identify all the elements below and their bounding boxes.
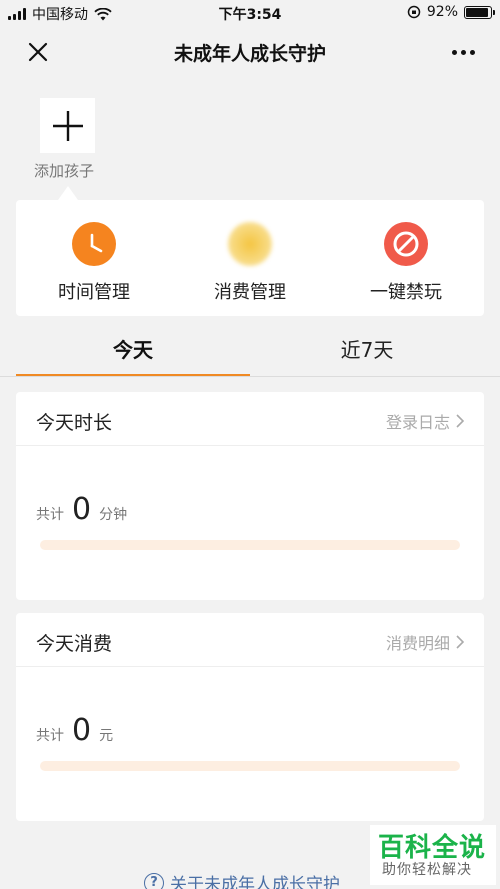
total-value: 0	[72, 713, 92, 748]
card-pointer	[58, 186, 78, 200]
total-row: 共计 0 元	[36, 713, 113, 748]
nav-bar: 未成年人成长守护	[0, 26, 500, 78]
time-management-button[interactable]: 时间管理	[16, 222, 172, 304]
forbidden-icon	[384, 222, 428, 266]
today-duration-card: 今天时长 登录日志 共计 0 分钟	[16, 392, 484, 600]
spend-detail-link[interactable]: 消费明细	[386, 630, 464, 654]
spend-detail-label: 消费明细	[385, 634, 450, 653]
total-label: 共计	[36, 507, 64, 523]
total-unit: 元	[99, 728, 114, 744]
coin-icon	[228, 222, 272, 266]
tab-bar: 今天 近7天	[16, 334, 484, 378]
total-row: 共计 0 分钟	[36, 492, 127, 527]
battery-icon	[464, 5, 495, 19]
add-child-button[interactable]	[40, 98, 95, 153]
battery-percent: 92%	[426, 4, 458, 20]
login-log-link[interactable]: 登录日志	[386, 409, 464, 433]
tabs-divider	[0, 376, 500, 377]
help-icon: ?	[144, 872, 164, 889]
one-key-ban-button[interactable]: 一键禁玩	[328, 222, 484, 304]
status-bar: 中国移动 下午3:54 92%	[0, 0, 500, 26]
total-unit: 分钟	[99, 507, 128, 523]
function-card: 时间管理 消费管理 一键禁玩	[16, 200, 484, 316]
time-management-label: 时间管理	[58, 282, 130, 303]
chevron-right-icon	[456, 635, 464, 649]
watermark-sub-text: 助你轻松解决	[382, 862, 472, 878]
card-title: 今天消费	[36, 633, 113, 655]
about-label: 关于未成年人成长守护	[170, 875, 340, 889]
one-key-ban-label: 一键禁玩	[370, 282, 442, 303]
spend-progress-bar	[40, 761, 460, 771]
card-title: 今天时长	[36, 412, 113, 434]
plus-icon	[52, 110, 83, 141]
page-title: 未成年人成长守护	[173, 43, 326, 65]
card-header: 今天时长 登录日志	[16, 392, 484, 446]
clock-icon	[72, 222, 116, 266]
battery-fill	[466, 7, 489, 17]
tab-last-7-days[interactable]: 近7天	[250, 334, 484, 363]
more-icon[interactable]	[448, 40, 478, 64]
total-label: 共计	[36, 728, 64, 744]
today-spend-card: 今天消费 消费明细 共计 0 元	[16, 613, 484, 821]
about-link[interactable]: ? 关于未成年人成长守护	[144, 870, 340, 889]
duration-progress-bar	[40, 540, 460, 550]
watermark-logo: 百科全说 助你轻松解决	[370, 825, 496, 885]
orientation-lock-icon	[407, 5, 421, 19]
spend-management-label: 消费管理	[214, 282, 286, 303]
add-child-label: 添加孩子	[34, 162, 95, 180]
app-page: 中国移动 下午3:54 92% 未成年人成长守护 添加孩子 时间管理 消费管理 …	[0, 0, 500, 889]
card-header: 今天消费 消费明细	[16, 613, 484, 667]
total-value: 0	[72, 492, 92, 527]
login-log-label: 登录日志	[385, 413, 450, 432]
spend-management-button[interactable]: 消费管理	[172, 222, 328, 304]
status-right: 92%	[407, 4, 495, 20]
chevron-right-icon	[456, 414, 464, 428]
tab-today[interactable]: 今天	[16, 334, 250, 363]
